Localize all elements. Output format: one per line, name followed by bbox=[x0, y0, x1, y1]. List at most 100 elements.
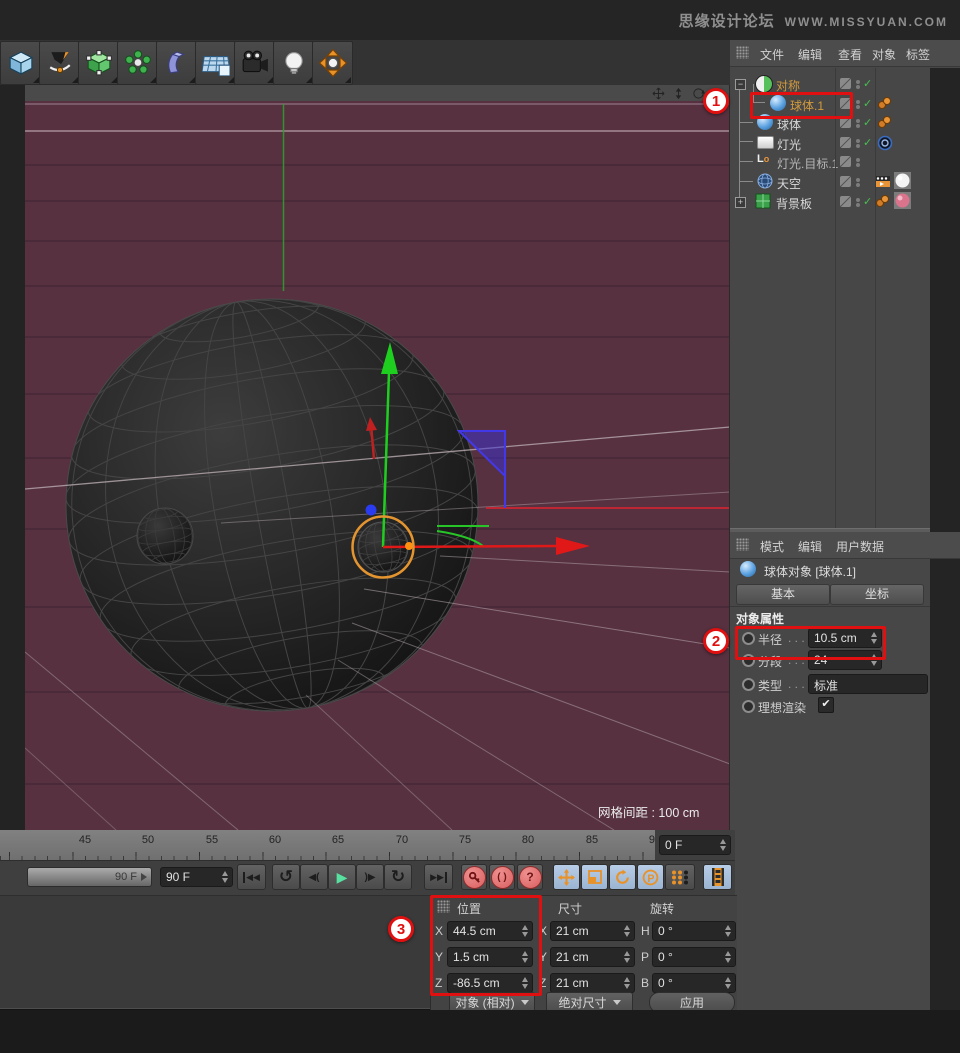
array-tool-icon[interactable] bbox=[117, 41, 158, 85]
visibility-dots[interactable] bbox=[856, 118, 860, 129]
gizmo-z-dot[interactable] bbox=[366, 505, 377, 516]
rotation-p-field[interactable]: 0 ° bbox=[652, 947, 736, 967]
render-preview-button[interactable] bbox=[703, 864, 732, 890]
record-keyframe-button[interactable] bbox=[461, 864, 487, 890]
current-frame-field[interactable]: 0 F bbox=[659, 835, 731, 855]
end-frame-field[interactable]: 90 F bbox=[160, 867, 233, 887]
visibility-toggle-icon[interactable] bbox=[840, 196, 851, 207]
visibility-toggle-icon[interactable] bbox=[840, 137, 851, 148]
tab-coordinates[interactable]: 坐标 bbox=[830, 584, 924, 605]
render-perfect-checkbox[interactable]: ✔ bbox=[818, 697, 834, 713]
play-button[interactable]: ▶ bbox=[328, 864, 356, 890]
go-to-start-button[interactable]: ◀◀ bbox=[237, 864, 266, 890]
am-menu-edit[interactable]: 编辑 bbox=[798, 538, 822, 555]
collapse-box-icon[interactable]: − bbox=[735, 79, 746, 90]
rotation-b-field[interactable]: 0 ° bbox=[652, 973, 736, 993]
rotation-h-field[interactable]: 0 ° bbox=[652, 921, 736, 941]
autokey-help-button[interactable]: ? bbox=[517, 864, 543, 890]
keyframe-rotation-button[interactable] bbox=[609, 864, 636, 890]
cube-tool-icon[interactable] bbox=[0, 41, 41, 85]
phong-tag-icon[interactable] bbox=[877, 115, 892, 130]
object-row-symmetry[interactable]: − 对称 ✓ bbox=[730, 74, 930, 93]
object-row-background[interactable]: + 背景板 ✓ bbox=[730, 192, 930, 211]
enabled-check-icon[interactable]: ✓ bbox=[863, 195, 872, 208]
keyframe-position-button[interactable] bbox=[553, 864, 580, 890]
visibility-dots[interactable] bbox=[856, 79, 860, 90]
phong-tag-icon[interactable] bbox=[875, 194, 890, 209]
annotation-rect-position bbox=[430, 895, 542, 996]
compositing-tag-icon[interactable] bbox=[875, 174, 890, 189]
keyframe-parameter-button[interactable]: P bbox=[637, 864, 664, 890]
panel-grip[interactable] bbox=[736, 46, 749, 59]
material-manager-area[interactable] bbox=[0, 895, 430, 1009]
go-to-end-button[interactable]: ▶▶ bbox=[424, 864, 453, 890]
visibility-dots[interactable] bbox=[856, 177, 860, 188]
om-menu-view[interactable]: 查看 bbox=[838, 46, 862, 63]
stepper-icon[interactable] bbox=[725, 977, 732, 989]
enabled-check-icon[interactable]: ✓ bbox=[863, 97, 872, 110]
phong-tag-icon[interactable] bbox=[877, 96, 892, 111]
keyframe-scale-button[interactable] bbox=[581, 864, 608, 890]
visibility-dots[interactable] bbox=[856, 138, 860, 149]
stepper-icon[interactable] bbox=[624, 951, 631, 963]
visibility-dots[interactable] bbox=[856, 99, 860, 110]
light-tool-icon[interactable] bbox=[273, 41, 314, 85]
material-tag-pink[interactable] bbox=[894, 192, 911, 209]
subdivision-tool-icon[interactable] bbox=[78, 41, 119, 85]
stepper-icon[interactable] bbox=[725, 925, 732, 937]
om-menu-file[interactable]: 文件 bbox=[760, 46, 784, 63]
stepper-icon[interactable] bbox=[720, 839, 727, 851]
size-y-field[interactable]: 21 cm bbox=[550, 947, 635, 967]
size-x-field[interactable]: 21 cm bbox=[550, 921, 635, 941]
visibility-dots[interactable] bbox=[856, 197, 860, 208]
stepper-icon[interactable] bbox=[624, 977, 631, 989]
previous-key-button[interactable]: ◀( bbox=[300, 864, 328, 890]
type-dropdown[interactable]: 标准 bbox=[808, 674, 928, 694]
enabled-check-icon[interactable]: ✓ bbox=[863, 136, 872, 149]
visibility-toggle-icon[interactable] bbox=[840, 156, 851, 167]
radio-type[interactable] bbox=[742, 678, 755, 691]
om-menu-object[interactable]: 对象 bbox=[872, 46, 896, 63]
stepper-icon[interactable] bbox=[624, 925, 631, 937]
om-menu-edit[interactable]: 编辑 bbox=[798, 46, 822, 63]
emitter-tool-icon[interactable] bbox=[312, 41, 353, 85]
timeline-slider[interactable]: 90 F bbox=[27, 867, 152, 887]
record-parameters-button[interactable]: ( ) bbox=[489, 864, 515, 890]
am-menu-mode[interactable]: 模式 bbox=[760, 538, 784, 555]
dolly-view-icon[interactable] bbox=[672, 87, 685, 100]
point-level-animation-button[interactable] bbox=[665, 864, 695, 890]
tab-basic[interactable]: 基本 bbox=[736, 584, 830, 605]
visibility-toggle-icon[interactable] bbox=[840, 176, 851, 187]
pen-tool-icon[interactable] bbox=[39, 41, 80, 85]
annotation-rect-sphere1 bbox=[750, 92, 853, 119]
panel-grip[interactable] bbox=[736, 538, 749, 551]
move-view-icon[interactable] bbox=[652, 87, 665, 100]
stepper-icon[interactable] bbox=[222, 871, 229, 883]
loop-button[interactable]: ↻ bbox=[384, 864, 412, 890]
next-key-button[interactable]: )▶ bbox=[356, 864, 384, 890]
radio-render-perfect[interactable] bbox=[742, 700, 755, 713]
timeline-ruler[interactable]: 45 50 55 60 65 70 75 80 85 90 bbox=[0, 830, 655, 860]
deformer-tool-icon[interactable] bbox=[156, 41, 197, 85]
viewport-canvas[interactable]: 网格间距 : 100 cm bbox=[25, 101, 730, 830]
stepper-icon[interactable] bbox=[725, 951, 732, 963]
enabled-check-icon[interactable]: ✓ bbox=[863, 116, 872, 129]
play-backward-button[interactable]: ↺ bbox=[272, 864, 300, 890]
tick-label: 65 bbox=[332, 834, 344, 846]
floor-tool-icon[interactable] bbox=[195, 41, 236, 85]
target-tag-icon[interactable] bbox=[877, 135, 892, 150]
expand-box-icon[interactable]: + bbox=[735, 197, 746, 208]
object-row-sky[interactable]: 天空 bbox=[730, 172, 930, 191]
size-z-field[interactable]: 21 cm bbox=[550, 973, 635, 993]
am-menu-userdata[interactable]: 用户数据 bbox=[836, 538, 884, 555]
object-row-light-target[interactable]: Lo 灯光.目标.1 bbox=[730, 152, 930, 171]
visibility-dots[interactable] bbox=[856, 157, 860, 168]
object-row-light[interactable]: 灯光 ✓ bbox=[730, 133, 930, 152]
camera-tool-icon[interactable] bbox=[234, 41, 275, 85]
tick-label: 45 bbox=[79, 834, 91, 846]
material-tag-white[interactable] bbox=[894, 172, 911, 189]
visibility-toggle-icon[interactable] bbox=[840, 78, 851, 89]
left-palette-strip bbox=[0, 85, 25, 895]
enabled-check-icon[interactable]: ✓ bbox=[863, 77, 872, 90]
om-menu-tags[interactable]: 标签 bbox=[906, 46, 930, 63]
